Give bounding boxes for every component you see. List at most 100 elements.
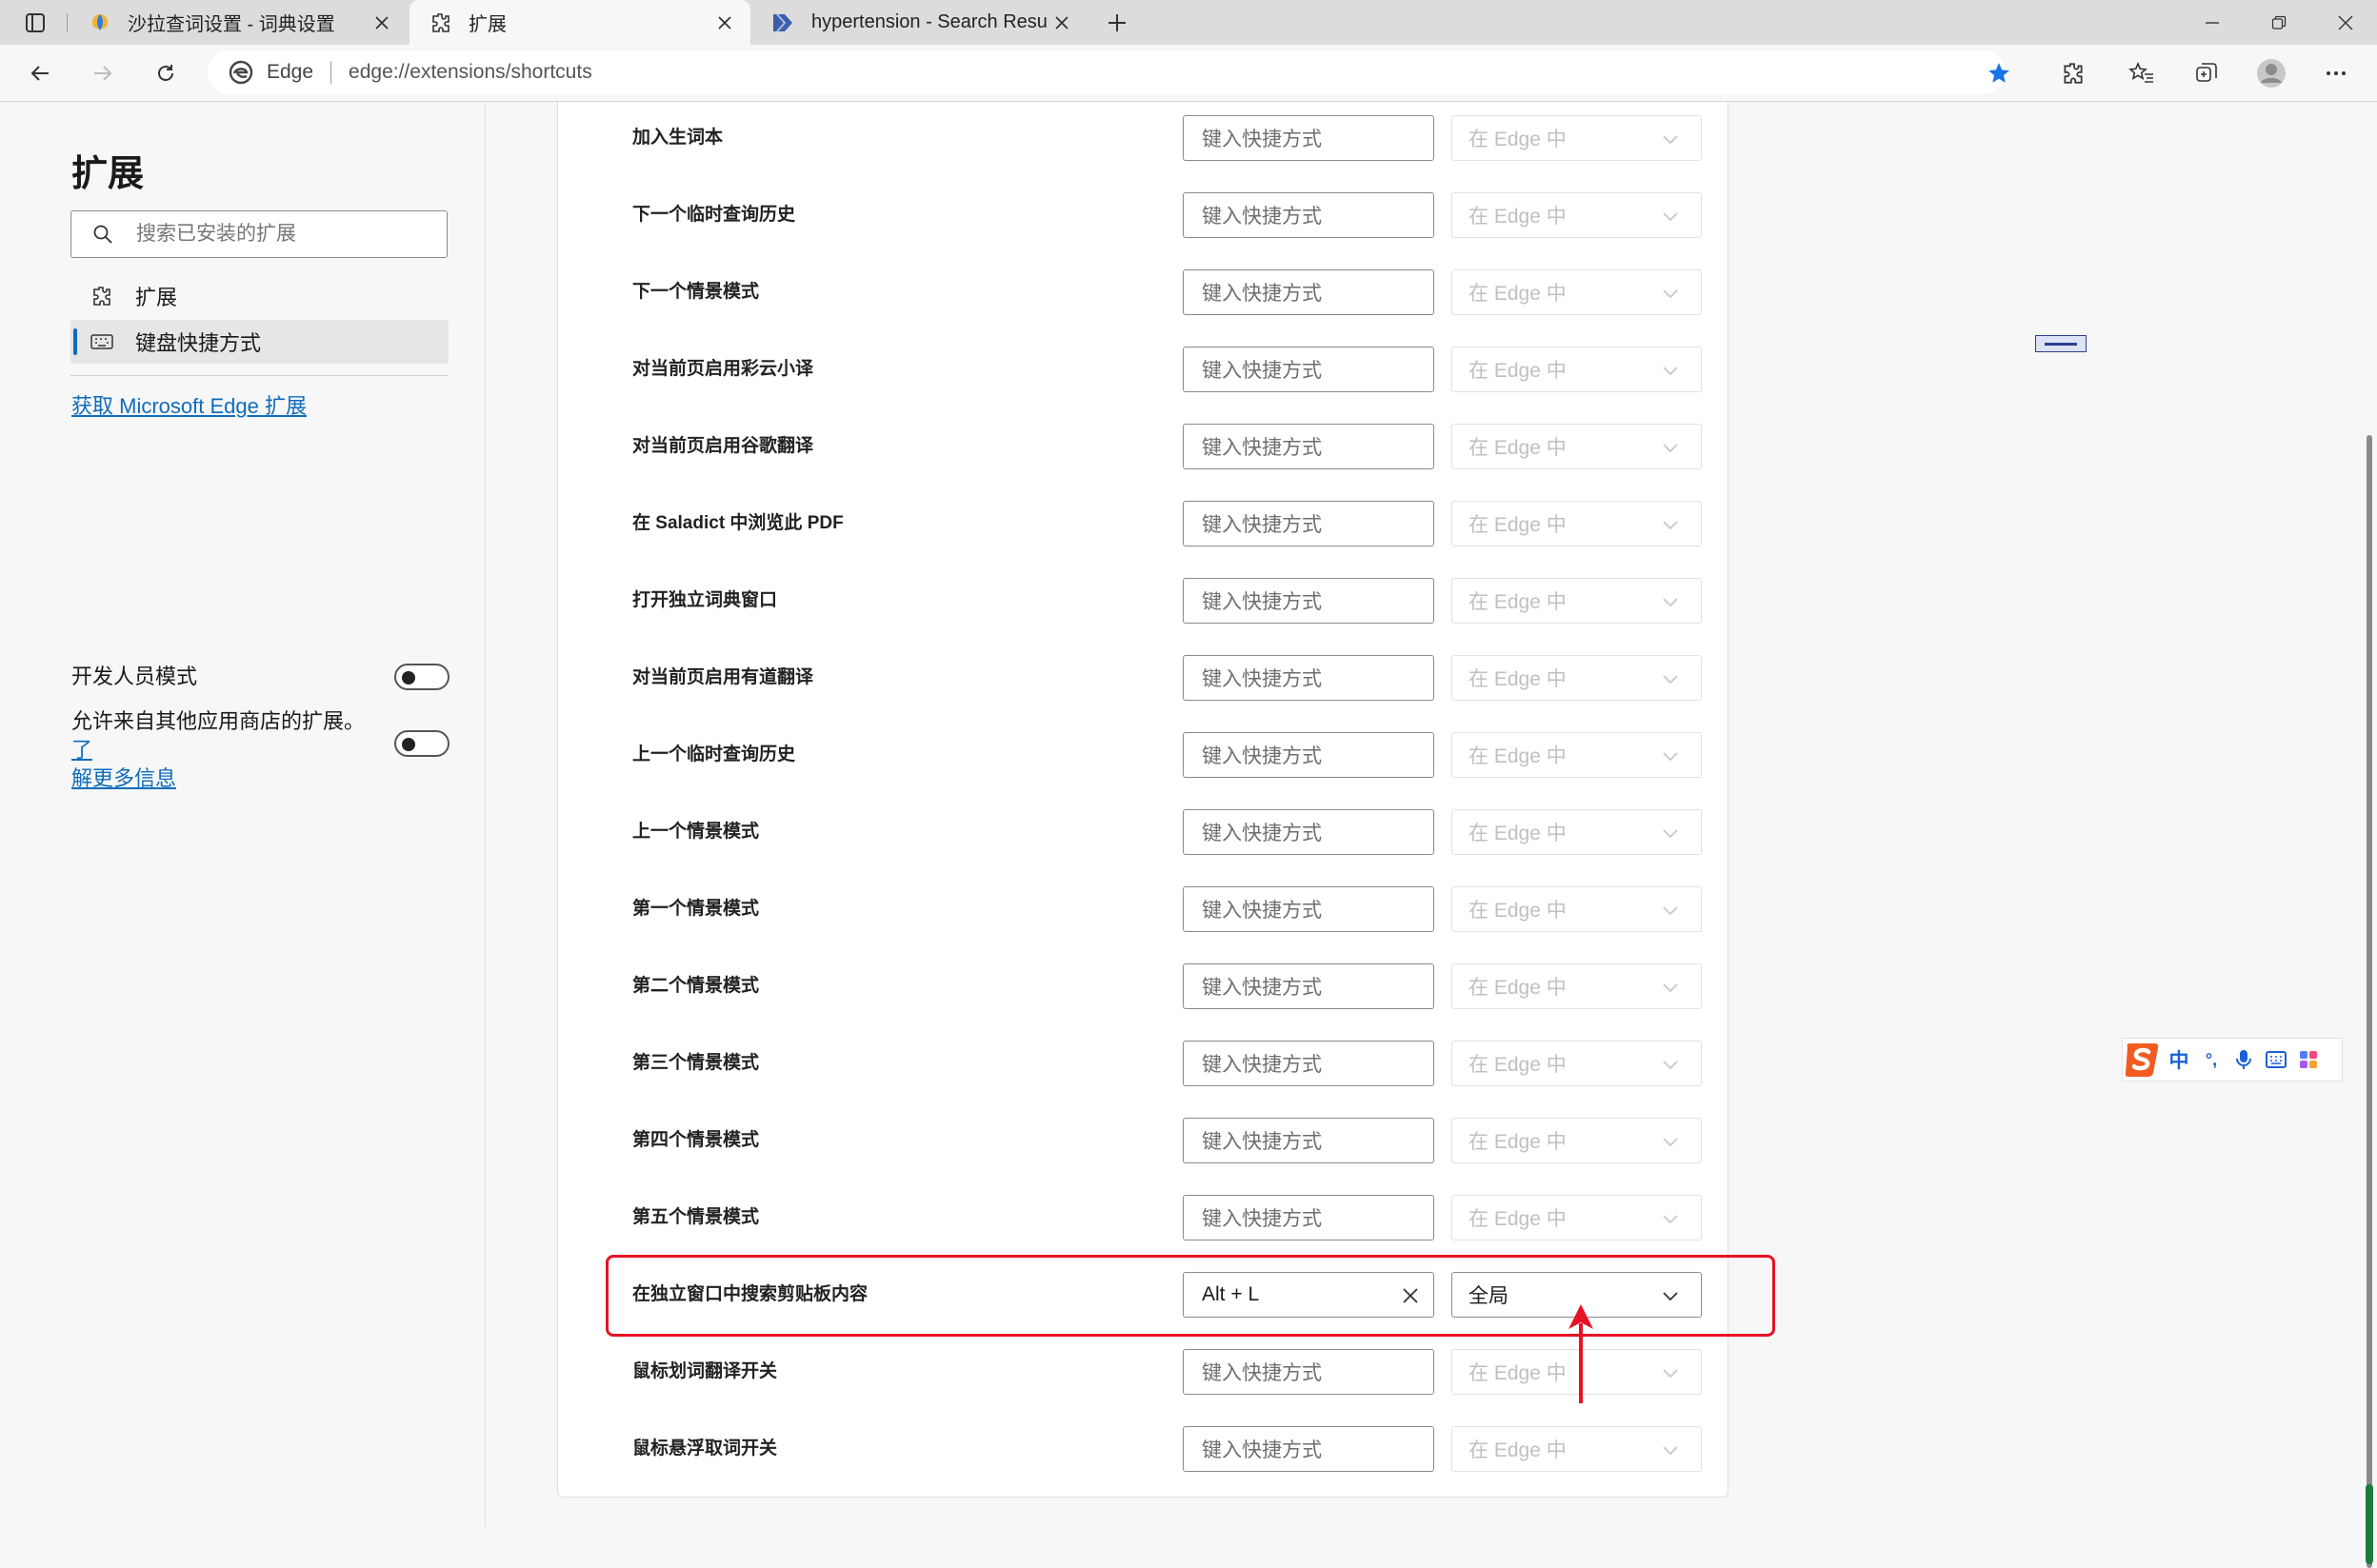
back-button[interactable] <box>21 54 59 92</box>
restore-button[interactable] <box>2246 0 2312 45</box>
shortcut-input[interactable]: 键入快捷方式 <box>1183 1195 1434 1241</box>
shortcut-command-label: 加入生词本 <box>632 128 724 148</box>
shortcut-command-label: 对当前页启用彩云小译 <box>632 359 814 379</box>
profile-button[interactable] <box>2251 53 2291 93</box>
shortcut-row: 对当前页启用有道翻译 键入快捷方式 在 Edge 中 <box>558 655 1729 732</box>
microphone-icon[interactable] <box>2227 1043 2260 1076</box>
scope-select[interactable]: 在 Edge 中 <box>1451 886 1702 932</box>
url-text[interactable]: edge://extensions/shortcuts <box>349 61 592 84</box>
toggle-knob <box>402 738 415 751</box>
shortcut-row: 上一个情景模式 键入快捷方式 在 Edge 中 <box>558 809 1729 886</box>
tab-separator <box>67 13 68 32</box>
chevron-down-icon <box>1661 207 1680 226</box>
search-box[interactable] <box>70 210 448 258</box>
shortcut-input[interactable]: 键入快捷方式 <box>1183 347 1434 392</box>
keyboard-icon[interactable] <box>2260 1043 2292 1076</box>
scope-select[interactable]: 在 Edge 中 <box>1451 1426 1702 1472</box>
scope-value: 在 Edge 中 <box>1468 668 1567 690</box>
other-stores-text: 允许来自其他应用商店的扩展。了解更多信息 <box>71 707 381 793</box>
favorites-button[interactable] <box>2122 53 2162 93</box>
close-window-button[interactable] <box>2312 0 2377 45</box>
settings-more-button[interactable] <box>2316 53 2356 93</box>
chevron-down-icon <box>1661 1055 1680 1074</box>
shortcut-input[interactable]: 键入快捷方式 <box>1183 192 1434 238</box>
scope-select[interactable]: 在 Edge 中 <box>1451 501 1702 546</box>
shortcut-input[interactable]: 键入快捷方式 <box>1183 732 1434 778</box>
scope-select[interactable]: 在 Edge 中 <box>1451 578 1702 624</box>
shortcut-command-label: 第四个情景模式 <box>632 1130 760 1150</box>
scroll-thumb[interactable] <box>2367 435 2372 1568</box>
other-stores-toggle[interactable] <box>394 730 449 757</box>
scope-value: 在 Edge 中 <box>1468 900 1567 922</box>
scope-select[interactable]: 在 Edge 中 <box>1451 732 1702 778</box>
shortcut-input[interactable]: 键入快捷方式 <box>1183 655 1434 701</box>
new-tab-button[interactable] <box>1100 7 1134 39</box>
saladict-favicon-icon <box>88 10 112 35</box>
tab-saladict-settings[interactable]: 沙拉查词设置 - 词典设置 <box>69 0 408 45</box>
scope-select[interactable]: 在 Edge 中 <box>1451 269 1702 315</box>
scope-select[interactable]: 在 Edge 中 <box>1451 347 1702 392</box>
shortcut-input[interactable]: 键入快捷方式 <box>1183 886 1434 932</box>
avatar-icon <box>2257 59 2286 88</box>
close-icon <box>2338 15 2353 30</box>
floating-drag-handle[interactable] <box>2035 335 2087 352</box>
scope-select[interactable]: 在 Edge 中 <box>1451 1195 1702 1241</box>
extensions-button[interactable] <box>2053 53 2093 93</box>
scope-select[interactable]: 在 Edge 中 <box>1451 424 1702 469</box>
tab-actions-button[interactable] <box>17 8 53 38</box>
other-stores-label: 允许来自其他应用商店的扩展。 <box>71 709 366 733</box>
close-tab-icon[interactable] <box>1048 9 1076 37</box>
shortcut-input[interactable]: 键入快捷方式 <box>1183 1349 1434 1395</box>
tab-hypertension-search[interactable]: hypertension - Search Results - P <box>752 0 1088 45</box>
restore-icon <box>2271 15 2287 30</box>
sidebar-item-extensions[interactable]: 扩展 <box>70 274 449 318</box>
shortcut-input[interactable]: 键入快捷方式 <box>1183 115 1434 161</box>
get-extensions-link[interactable]: 获取 Microsoft Edge 扩展 <box>71 389 307 420</box>
shortcut-value: 键入快捷方式 <box>1202 437 1322 459</box>
shortcut-input[interactable]: 键入快捷方式 <box>1183 963 1434 1009</box>
scope-select[interactable]: 在 Edge 中 <box>1451 809 1702 855</box>
scope-select[interactable]: 在 Edge 中 <box>1451 963 1702 1009</box>
shortcut-input[interactable]: 键入快捷方式 <box>1183 1118 1434 1163</box>
puzzle-icon <box>2064 63 2083 84</box>
ime-mode-zh[interactable]: 中 <box>2163 1043 2195 1076</box>
learn-more-link[interactable]: 了 <box>71 738 92 762</box>
shortcut-value: 键入快捷方式 <box>1202 129 1322 150</box>
shortcut-input[interactable]: 键入快捷方式 <box>1183 809 1434 855</box>
shortcut-value: 键入快捷方式 <box>1202 1208 1322 1230</box>
forward-button[interactable] <box>84 54 122 92</box>
refresh-button[interactable] <box>147 54 185 92</box>
ime-punctuation[interactable]: °, <box>2195 1043 2227 1076</box>
tab-extensions[interactable]: 扩展 <box>409 0 750 45</box>
close-tab-icon[interactable] <box>368 9 396 37</box>
learn-more-link-cont[interactable]: 解更多信息 <box>71 766 176 790</box>
shortcut-input[interactable]: 键入快捷方式 <box>1183 501 1434 546</box>
puzzle-icon <box>90 284 114 308</box>
shortcut-input[interactable]: 键入快捷方式 <box>1183 1041 1434 1086</box>
scope-select[interactable]: 在 Edge 中 <box>1451 192 1702 238</box>
developer-mode-toggle[interactable] <box>394 664 449 690</box>
search-input[interactable] <box>134 222 443 247</box>
scope-select[interactable]: 在 Edge 中 <box>1451 115 1702 161</box>
refresh-icon <box>158 65 173 81</box>
shortcut-value: 键入快捷方式 <box>1202 668 1322 690</box>
shortcut-row: 上一个临时查询历史 键入快捷方式 在 Edge 中 <box>558 732 1729 809</box>
address-bar[interactable]: Edge edge://extensions/shortcuts <box>208 50 2006 94</box>
shortcut-row: 鼠标划词翻译开关 键入快捷方式 在 Edge 中 <box>558 1349 1729 1426</box>
toolbox-icon[interactable] <box>2292 1043 2325 1076</box>
collections-button[interactable] <box>2187 53 2227 93</box>
shortcut-input[interactable]: 键入快捷方式 <box>1183 1426 1434 1472</box>
shortcut-row: 第四个情景模式 键入快捷方式 在 Edge 中 <box>558 1118 1729 1195</box>
shortcut-input[interactable]: 键入快捷方式 <box>1183 578 1434 624</box>
shortcut-input[interactable]: 键入快捷方式 <box>1183 269 1434 315</box>
scope-select[interactable]: 在 Edge 中 <box>1451 1118 1702 1163</box>
favorite-star-button[interactable] <box>1979 53 2019 93</box>
shortcut-input[interactable]: 键入快捷方式 <box>1183 424 1434 469</box>
scope-select[interactable]: 在 Edge 中 <box>1451 655 1702 701</box>
sidebar-item-keyboard-shortcuts[interactable]: 键盘快捷方式 <box>70 320 449 364</box>
ime-toolbar[interactable]: 中 °, <box>2122 1038 2343 1082</box>
minimize-button[interactable] <box>2179 0 2246 45</box>
page-scrollbar[interactable] <box>2362 102 2377 1568</box>
scope-select[interactable]: 在 Edge 中 <box>1451 1041 1702 1086</box>
close-tab-icon[interactable] <box>710 9 739 37</box>
